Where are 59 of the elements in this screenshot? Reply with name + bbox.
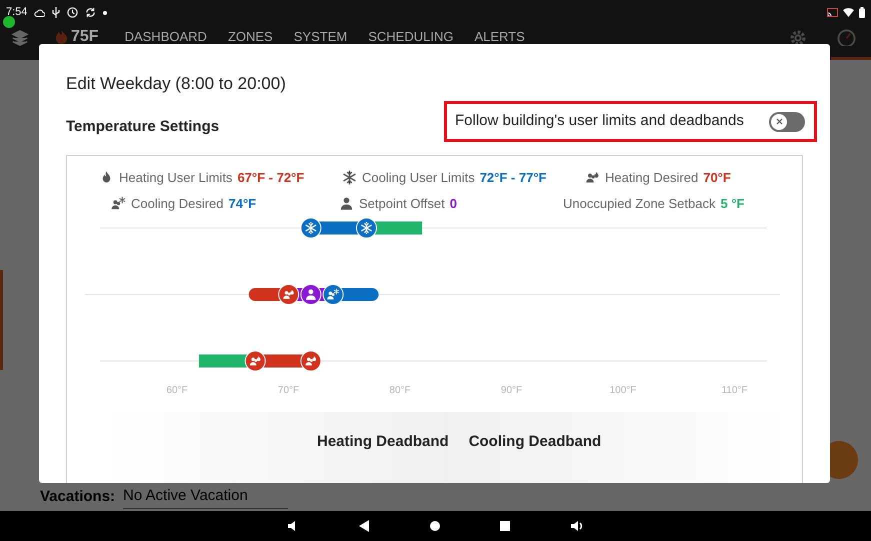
slider-thumb[interactable] [322,284,344,305]
sync-icon [85,7,96,18]
home-icon[interactable] [430,521,440,531]
battery-icon [859,7,865,18]
legend-label: Cooling User Limits [362,169,475,187]
close-icon [776,118,782,125]
follow-toggle[interactable] [769,112,805,132]
vacations-label: Vacations: [40,486,116,506]
people-snowflake-icon [111,196,126,212]
legend-value: 0 [450,195,457,213]
nav-tab[interactable]: SCHEDULING [368,29,454,44]
slider-thumb[interactable] [300,350,322,372]
section-heading: Temperature Settings [66,117,220,137]
vacation-field[interactable]: No Active Vacation [123,485,288,508]
nav-indicator [831,57,871,60]
dialog-title: Edit Weekday (8:00 to 20:00) [66,73,286,95]
wifi-icon [843,8,854,17]
legend-value: 74°F [228,195,256,213]
legend-label: Heating User Limits [119,169,232,187]
people-flame-icon [585,170,600,186]
nav-tab[interactable]: SYSTEM [294,29,348,44]
cloud-icon [34,8,46,16]
layers-icon[interactable] [11,29,29,47]
usb-icon [52,7,60,18]
snowflake-icon [342,170,357,186]
slider-thumb[interactable] [300,218,322,238]
cast-icon [827,8,838,17]
legend-value: 70°F [703,169,731,187]
deadband-heading: Heating Deadband [317,432,449,452]
axis-label: 90°F [500,384,522,398]
settings-icon[interactable] [789,29,807,47]
deadband-heading: Cooling Deadband [468,432,602,452]
axis-label: 60°F [166,384,188,398]
axis-label: 80°F [389,384,411,398]
axis-label: 110°F [721,384,748,398]
legend-label: Unoccupied Zone Setback [563,195,716,213]
flame-logo-icon [55,29,68,44]
legend-label: Setpoint Offset [359,195,445,213]
volume-up-icon[interactable] [570,520,584,532]
clock-icon [67,7,78,18]
axis-label: 70°F [278,384,300,398]
legend-value: 5 °F [720,195,744,213]
legend-value: 72°F - 77°F [480,169,546,187]
slider-thumb[interactable] [244,350,266,372]
back-icon[interactable] [359,520,370,532]
legend-value: 67°F - 72°F [237,169,304,187]
logo-text: 75F [71,29,99,44]
person-icon [339,196,354,212]
toggle-label: Follow building's user limits and deadbands [455,111,744,132]
slider-thumb[interactable] [300,284,322,305]
slider-thumb[interactable] [356,218,377,238]
legend-label: Cooling Desired [131,195,224,213]
legend-label: Heating Desired [605,169,698,187]
nav-tab[interactable]: DASHBOARD [124,29,207,44]
axis-label: 100°F [610,384,636,398]
nav-tab[interactable]: ZONES [228,29,273,44]
slider-thumb[interactable] [278,284,300,305]
status-time: 7:54 [6,5,28,20]
nav-tab[interactable]: ALERTS [474,29,525,44]
